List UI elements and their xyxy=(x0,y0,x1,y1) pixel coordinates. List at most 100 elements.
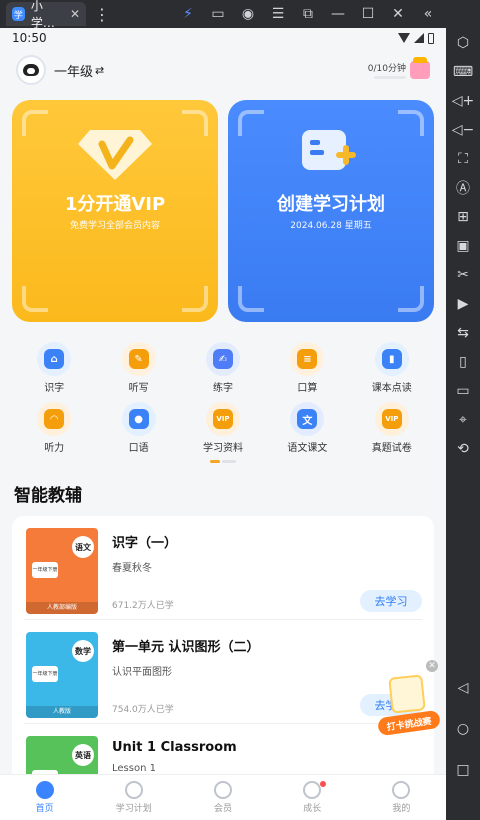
nav-tab[interactable]: 我的 xyxy=(357,775,446,820)
vip-card[interactable]: 1分开通VIP 免费学习全部会员内容 xyxy=(12,100,218,322)
lightning-icon[interactable]: ⚡ xyxy=(180,6,196,22)
folder-icon[interactable]: ▭ xyxy=(446,376,480,405)
plan-card[interactable]: 创建学习计划 2024.06.28 星期五 xyxy=(228,100,434,322)
settings-icon[interactable]: ⬡ xyxy=(446,28,480,57)
cover-grade-label: 一年级下册 xyxy=(32,666,58,682)
course-title: 识字（一） xyxy=(112,536,178,551)
bottom-nav: 首页 学习计划 会员 成长 我的 xyxy=(0,774,446,820)
switch-icon[interactable]: ⇄ xyxy=(95,64,104,77)
gamepad-icon[interactable]: ▭ xyxy=(210,6,226,22)
recent-icon[interactable]: □ xyxy=(446,755,480,784)
course-subtitle: 春夏秋冬 xyxy=(112,563,152,574)
grid-item[interactable]: ≡ 口算 xyxy=(265,342,349,394)
volume-down-icon[interactable]: ◁− xyxy=(446,115,480,144)
grid-item-label: 听写 xyxy=(128,383,149,394)
keyboard-icon[interactable]: ⌨ xyxy=(446,57,480,86)
switch-icon[interactable]: ⇆ xyxy=(446,318,480,347)
screenshot-icon[interactable]: ⛶ xyxy=(446,144,480,173)
grid-item[interactable]: ● 口语 xyxy=(96,402,180,454)
grid-item[interactable]: VIP 真题试卷 xyxy=(350,402,434,454)
more-menu-icon[interactable]: ⋮ xyxy=(94,5,110,24)
close-icon[interactable]: ✕ xyxy=(390,6,406,22)
cut-icon[interactable]: ✂ xyxy=(446,260,480,289)
grid-item[interactable]: ⌂ 识字 xyxy=(12,342,96,394)
corner-decor xyxy=(22,110,48,136)
location-icon[interactable]: ⌖ xyxy=(446,405,480,434)
volume-up-icon[interactable]: ◁+ xyxy=(446,86,480,115)
grid-item-icon: ≡ xyxy=(290,342,325,376)
course-item[interactable]: 数学一年级下册人教版第一单元 认识图形（二）认识平面图形754.0万人已学去学习 xyxy=(24,620,422,724)
emulator-sidebar: ⬡ ⌨ ◁+ ◁− ⛶ Ⓐ ⊞ ▣ ✂ ▶ ⇆ ▯ ▭ ⌖ ⟲ ◁ ○ □ xyxy=(446,0,480,820)
user-icon[interactable]: ◉ xyxy=(240,6,256,22)
course-list: 语文 一年级下册 人教部编版 识字（一） 春夏秋冬 671.2万人已学 去学习 数学 一年级下册… xyxy=(12,516,434,816)
grid-item-icon: ⌂ xyxy=(37,342,72,376)
external-icon[interactable]: ⧉ xyxy=(300,6,316,22)
back-icon[interactable]: ◁ xyxy=(446,673,480,702)
grid-item-glyph: ◠ xyxy=(44,409,65,429)
auto-icon[interactable]: Ⓐ xyxy=(446,173,480,202)
grid-item-label: 练字 xyxy=(212,383,233,394)
grid-item[interactable]: ✎ 听写 xyxy=(96,342,180,394)
nav-tab-label: 我的 xyxy=(392,804,411,814)
grid-item[interactable]: ◠ 听力 xyxy=(12,402,96,454)
rotate-icon[interactable]: ⟲ xyxy=(446,434,480,463)
nav-tab[interactable]: 成长 xyxy=(268,775,357,820)
app-icon: 学 xyxy=(12,7,25,21)
grid-item[interactable]: ✍ 练字 xyxy=(181,342,265,394)
cover-publisher: 人教部编版 xyxy=(26,602,98,614)
nav-tab-icon xyxy=(124,781,143,799)
grid-item-icon: ● xyxy=(121,402,156,436)
nav-tab[interactable]: 首页 xyxy=(0,775,89,820)
cover-grade-label: 一年级下册 xyxy=(32,562,58,578)
course-title: Unit 1 Classroom xyxy=(112,740,237,755)
add-icon[interactable]: ⊞ xyxy=(446,202,480,231)
home-icon[interactable]: ○ xyxy=(446,714,480,743)
vip-subtitle: 免费学习全部会员内容 xyxy=(69,221,160,231)
plan-add-icon xyxy=(302,130,356,170)
course-learner-count: 671.2万人已学 xyxy=(112,601,174,611)
grid-item-label: 口语 xyxy=(128,443,149,454)
vip-title: 1分开通VIP xyxy=(64,194,166,215)
nav-tab-label: 成长 xyxy=(303,804,322,814)
course-item[interactable]: 语文 一年级下册 人教部编版 识字（一） 春夏秋冬 671.2万人已学 去学习 xyxy=(24,516,422,620)
grid-item[interactable]: VIP 学习资料 xyxy=(181,402,265,454)
study-time-widget[interactable]: 0/10分钟 xyxy=(367,57,430,79)
plan-date: 2024.06.28 星期五 xyxy=(290,221,372,231)
nav-tab[interactable]: 会员 xyxy=(178,775,267,820)
avatar[interactable] xyxy=(16,55,46,85)
grid-item-glyph: ⌂ xyxy=(44,349,65,369)
video-icon[interactable]: ▶ xyxy=(446,289,480,318)
grid-item-glyph: ✎ xyxy=(128,349,149,369)
shake-icon[interactable]: ▯ xyxy=(446,347,480,376)
grid-item[interactable]: ▮ 课本点读 xyxy=(350,342,434,394)
apk-icon[interactable]: ▣ xyxy=(446,231,480,260)
course-subtitle: Lesson 1 xyxy=(112,763,156,774)
grid-item-glyph: ▮ xyxy=(381,349,402,369)
grid-item-label: 语文课文 xyxy=(287,443,328,454)
menu-icon[interactable]: ☰ xyxy=(270,6,286,22)
corner-decor xyxy=(238,110,264,136)
grade-selector[interactable]: 一年级 xyxy=(54,61,93,80)
minimize-icon[interactable]: — xyxy=(330,6,346,22)
nav-tab-label: 首页 xyxy=(35,804,54,814)
battery-icon xyxy=(428,32,434,44)
paper-icon xyxy=(388,674,426,714)
app-tab[interactable]: 学 小学… ✕ xyxy=(6,0,86,30)
grid-item-label: 识字 xyxy=(44,383,65,394)
corner-decor xyxy=(398,110,424,136)
maximize-icon[interactable]: ☐ xyxy=(360,6,376,22)
checkin-challenge-badge[interactable]: ✕ 打卡挑战赛 xyxy=(376,660,441,737)
study-time-text: 0/10分钟 xyxy=(367,64,406,74)
tab-close-icon[interactable]: ✕ xyxy=(70,7,80,21)
badge-close-icon[interactable]: ✕ xyxy=(426,660,438,672)
panda-icon xyxy=(23,64,39,76)
grid-item-label: 课本点读 xyxy=(371,383,412,394)
course-learner-count: 754.0万人已学 xyxy=(112,705,174,715)
collapse-icon[interactable]: « xyxy=(420,6,436,22)
status-bar: 10:50 xyxy=(0,28,446,48)
start-learning-button[interactable]: 去学习 xyxy=(360,590,422,612)
grid-item-icon: 文 xyxy=(290,402,325,436)
grid-item-glyph: ≡ xyxy=(297,349,318,369)
grid-item[interactable]: 文语文课文 xyxy=(265,402,349,454)
nav-tab[interactable]: 学习计划 xyxy=(89,775,178,820)
